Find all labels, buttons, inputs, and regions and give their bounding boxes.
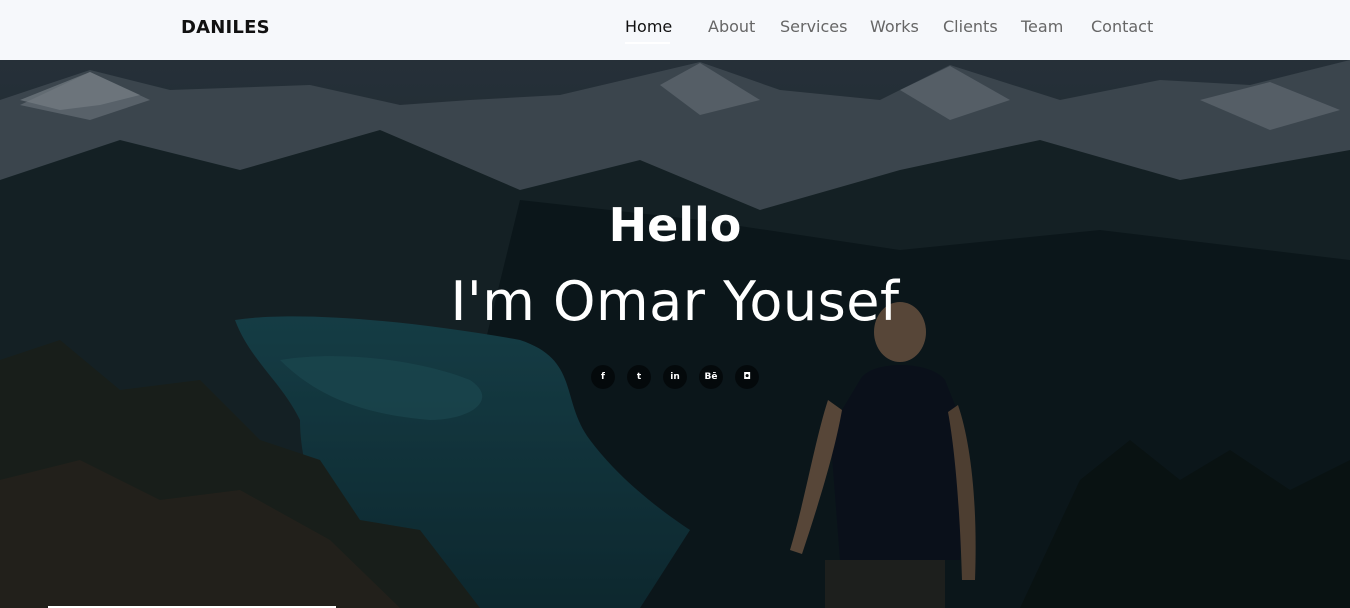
facebook-icon[interactable]: f — [591, 365, 615, 389]
hero-name: I'm Omar Yousef — [450, 270, 900, 333]
nav-item-about[interactable]: About — [708, 17, 755, 36]
navbar: DANILES Home About Services Works Client… — [0, 0, 1350, 60]
hero-section: Hello I'm Omar Yousef f t in Bē ◘ — [0, 60, 1350, 608]
nav-item-clients[interactable]: Clients — [943, 17, 998, 36]
nav-item-home[interactable]: Home — [625, 17, 672, 36]
social-links: f t in Bē ◘ — [591, 365, 761, 389]
twitter-icon[interactable]: t — [627, 365, 651, 389]
active-nav-underline — [625, 42, 670, 44]
instagram-icon[interactable]: ◘ — [735, 365, 759, 389]
hero-dark-overlay — [0, 60, 1350, 608]
nav-item-team[interactable]: Team — [1021, 17, 1063, 36]
nav-item-contact[interactable]: Contact — [1091, 17, 1153, 36]
nav-menu: Home About Services Works Clients Team C… — [0, 17, 1350, 43]
nav-item-works[interactable]: Works — [870, 17, 919, 36]
hero-greeting: Hello — [608, 198, 742, 252]
behance-icon[interactable]: Bē — [699, 365, 723, 389]
linkedin-icon[interactable]: in — [663, 365, 687, 389]
nav-item-services[interactable]: Services — [780, 17, 847, 36]
